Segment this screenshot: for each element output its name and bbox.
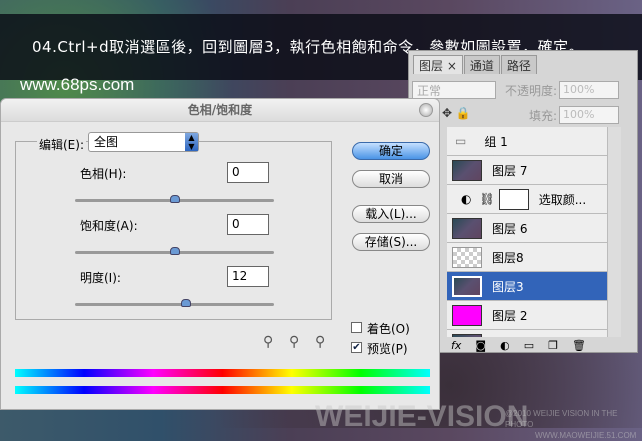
input-color-bar: [15, 369, 430, 377]
layer-thumbnail: [452, 159, 482, 181]
new-layer-icon[interactable]: ❐: [548, 339, 558, 352]
lightness-slider-knob[interactable]: [181, 299, 192, 307]
lightness-label: 明度(I):: [80, 271, 121, 285]
mask-thumbnail: [498, 188, 529, 210]
tab-layers[interactable]: 图层 ×: [413, 55, 463, 74]
layer-name: 组 1: [484, 134, 508, 149]
preview-label: 预览(P): [367, 342, 408, 356]
hue-slider[interactable]: [75, 195, 274, 203]
opacity-input[interactable]: 100%: [559, 81, 619, 99]
close-icon[interactable]: [419, 103, 433, 117]
hue-slider-knob[interactable]: [169, 195, 180, 203]
mask-icon[interactable]: ◙: [475, 339, 486, 352]
layer-row[interactable]: 图层 2: [447, 301, 607, 330]
hue-label: 色相(H):: [80, 167, 127, 181]
colorize-checkbox[interactable]: [351, 322, 362, 333]
hue-saturation-dialog: 色相/饱和度 编辑(E): 全图 ▲ ▼ 色相(H): 0 饱和度(A): 0 明度…: [0, 98, 440, 410]
layer-row[interactable]: ◐ ⛓ 选取颜...: [447, 185, 607, 214]
load-button[interactable]: 载入(L)...: [352, 205, 430, 223]
hue-input[interactable]: 0: [227, 162, 269, 183]
eyedropper-minus-icon[interactable]: ⚲: [315, 334, 325, 350]
site-url: www.68ps.com: [20, 75, 135, 94]
colorize-label: 着色(O): [367, 322, 410, 336]
lightness-slider[interactable]: [75, 299, 274, 307]
saturation-label: 饱和度(A):: [80, 219, 138, 233]
edit-select[interactable]: 全图 ▲ ▼: [88, 132, 199, 152]
ok-button[interactable]: 确定: [352, 142, 430, 160]
fx-icon[interactable]: fx: [451, 339, 461, 352]
layer-thumbnail: [452, 217, 482, 239]
saturation-input[interactable]: 0: [227, 214, 269, 235]
layer-name: 图层 6: [492, 221, 528, 236]
updown-arrow-icon: ▲ ▼: [185, 133, 198, 151]
opacity-label: 不透明度:: [505, 84, 558, 98]
layer-thumbnail: [452, 304, 482, 326]
lightness-input[interactable]: 12: [227, 266, 269, 287]
layer-row[interactable]: [447, 330, 607, 337]
adjustment-icon[interactable]: ◐: [500, 339, 510, 352]
layer-thumbnail: [452, 275, 482, 297]
watermark-logo: WEIJIE-VISION: [315, 400, 529, 433]
layer-name: 图层 7: [492, 163, 528, 178]
layer-name: 图层 2: [492, 308, 528, 323]
eyedropper-plus-icon[interactable]: ⚲: [289, 334, 299, 350]
blend-mode-select[interactable]: 正常: [412, 81, 496, 99]
saturation-slider[interactable]: [75, 247, 274, 255]
layer-name: 选取颜...: [538, 192, 587, 207]
watermark-text: @2010 WEIJIE VISION IN THE PHOTO WWW.MAOW…: [505, 409, 637, 440]
tab-paths[interactable]: 路径: [500, 55, 537, 74]
output-color-bar: [15, 386, 430, 394]
cancel-button[interactable]: 取消: [352, 170, 430, 188]
layer-name: 图层3: [492, 279, 524, 294]
layer-row[interactable]: 图层 7: [447, 156, 607, 185]
fill-input[interactable]: 100%: [559, 106, 619, 124]
layers-panel: 图层 × 通道 路径 正常 不透明度: 100% ▦ ✎ ✥ 🔒 填充: 100…: [408, 50, 638, 353]
layers-list: ▭ 组 1 图层 7 ◐ ⛓ 选取颜... 图层 6 图层8 图层3 图层 2: [447, 127, 607, 337]
adjustment-icon: ◐: [461, 192, 472, 206]
eyedropper-icon[interactable]: ⚲: [263, 334, 273, 350]
saturation-slider-knob[interactable]: [169, 247, 180, 255]
edit-value: 全图: [94, 135, 119, 149]
layer-row[interactable]: 图层 6: [447, 214, 607, 243]
save-button[interactable]: 存储(S)...: [352, 233, 430, 251]
layers-scrollbar[interactable]: [607, 127, 621, 337]
preview-checkbox[interactable]: ✔: [351, 342, 362, 353]
layer-row[interactable]: 图层8: [447, 243, 607, 272]
trash-icon[interactable]: 🗑: [572, 339, 586, 352]
folder-icon[interactable]: ▭: [524, 339, 534, 352]
fill-label: 填充:: [529, 109, 558, 123]
edit-label: 编辑(E):: [37, 136, 86, 153]
dialog-title: 色相/饱和度: [1, 99, 439, 122]
link-icon: ⛓: [479, 192, 495, 206]
layer-row[interactable]: ▭ 组 1: [447, 127, 607, 156]
folder-icon: ▭: [455, 134, 467, 148]
layer-row-selected[interactable]: 图层3: [447, 272, 607, 301]
layer-name: 图层8: [492, 250, 524, 265]
settings-frame: [15, 141, 332, 320]
tab-channels[interactable]: 通道: [463, 55, 500, 74]
layer-thumbnail: [452, 246, 482, 268]
